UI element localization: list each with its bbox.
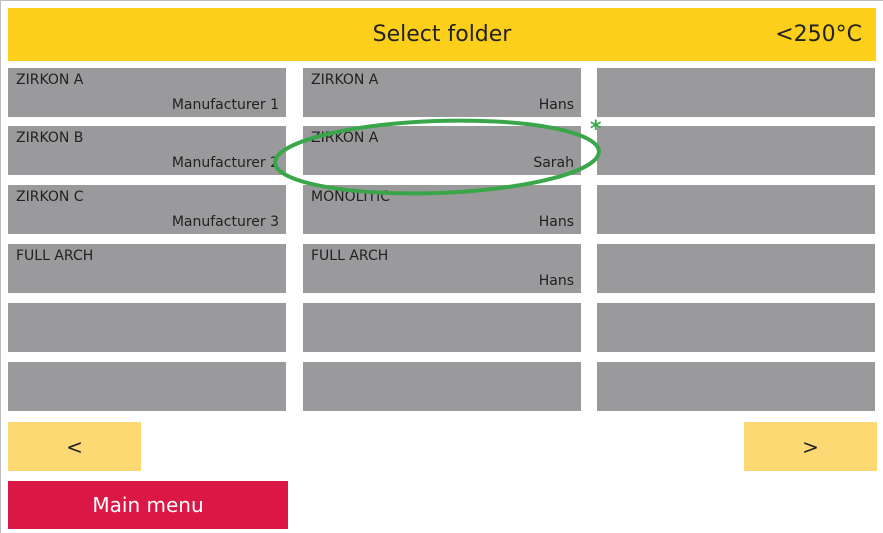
folder-owner: Hans (538, 273, 574, 289)
folder-name: ZIRKON A (311, 130, 379, 146)
folder-owner: Manufacturer 3 (171, 214, 279, 230)
folder-tile-zirkon-b-manufacturer-2[interactable]: ZIRKON B Manufacturer 2 (8, 126, 286, 175)
folder-tile-empty[interactable] (597, 126, 875, 175)
next-page-button[interactable]: > (744, 422, 877, 471)
frame-border-top (0, 0, 883, 1)
folder-tile-empty[interactable] (8, 362, 286, 411)
folder-tile-zirkon-a-manufacturer-1[interactable]: ZIRKON A Manufacturer 1 (8, 68, 286, 117)
header-bar: Select folder <250°C (8, 8, 876, 61)
folder-tile-full-arch[interactable]: FULL ARCH (8, 244, 286, 293)
folder-tile-empty[interactable] (597, 68, 875, 117)
folder-tile-zirkon-c-manufacturer-3[interactable]: ZIRKON C Manufacturer 3 (8, 185, 286, 234)
folder-owner: Manufacturer 2 (171, 155, 279, 171)
frame-border-left (0, 0, 1, 533)
previous-page-button[interactable]: < (8, 422, 141, 471)
folder-tile-empty[interactable] (303, 303, 581, 352)
folder-tile-zirkon-a-hans[interactable]: ZIRKON A Hans (303, 68, 581, 117)
page-title: Select folder (372, 22, 512, 47)
folder-name: ZIRKON A (16, 72, 84, 88)
folder-owner: Hans (538, 214, 574, 230)
folder-tile-empty[interactable] (597, 244, 875, 293)
folder-tile-empty[interactable] (303, 362, 581, 411)
temperature-indicator: <250°C (775, 22, 862, 47)
folder-tile-empty[interactable] (597, 362, 875, 411)
folder-name: FULL ARCH (311, 248, 389, 264)
main-menu-button[interactable]: Main menu (8, 481, 288, 529)
folder-name: ZIRKON C (16, 189, 84, 205)
folder-owner: Manufacturer 1 (171, 97, 279, 113)
folder-owner: Sarah (533, 155, 574, 171)
folder-owner: Hans (538, 97, 574, 113)
folder-tile-monolitic-hans[interactable]: MONOLITIC Hans (303, 185, 581, 234)
folder-tile-full-arch-hans[interactable]: FULL ARCH Hans (303, 244, 581, 293)
folder-name: FULL ARCH (16, 248, 94, 264)
folder-name: ZIRKON B (16, 130, 84, 146)
folder-tile-empty[interactable] (597, 303, 875, 352)
folder-tile-empty[interactable] (597, 185, 875, 234)
folder-name: MONOLITIC (311, 189, 390, 205)
folder-tile-zirkon-a-sarah[interactable]: ZIRKON A Sarah (303, 126, 581, 175)
folder-name: ZIRKON A (311, 72, 379, 88)
folder-tile-empty[interactable] (8, 303, 286, 352)
